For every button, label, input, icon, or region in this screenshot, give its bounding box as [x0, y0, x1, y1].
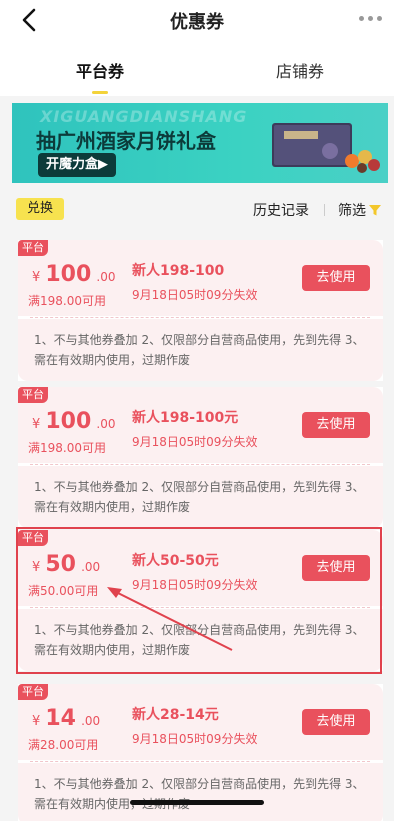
use-coupon-button[interactable]: 去使用	[302, 265, 370, 291]
coupon-amount: ¥ 14 .00	[32, 706, 100, 731]
action-divider	[324, 204, 325, 216]
banner-title: 抽广州酒家月饼礼盒	[36, 129, 216, 153]
platform-tag: 平台	[18, 684, 48, 700]
platform-tag: 平台	[18, 240, 48, 256]
coupon-amount: ¥ 100 .00	[32, 262, 116, 287]
amount-decimal: .00	[96, 417, 116, 431]
currency-symbol: ¥	[32, 714, 41, 729]
amount-value: 100	[45, 409, 92, 434]
page-title: 优惠券	[170, 12, 224, 33]
exchange-button[interactable]: 兑换	[16, 198, 64, 220]
platform-tag: 平台	[18, 387, 48, 403]
filter-button[interactable]: 筛选	[338, 200, 366, 220]
currency-symbol: ¥	[32, 270, 41, 285]
coupon-divider	[30, 761, 370, 762]
history-link[interactable]: 历史记录	[253, 200, 309, 220]
more-options-icon[interactable]	[359, 16, 382, 21]
currency-symbol: ¥	[32, 417, 41, 432]
coupon-card: 平台 ¥ 100 .00 满198.00可用 新人198-100 9月18日05…	[18, 240, 383, 381]
amount-decimal: .00	[96, 270, 116, 284]
coupon-rules: 1、不与其他券叠加 2、仅限部分自营商品使用，先到先得 3、需在有效期内使用，过…	[34, 480, 365, 514]
min-spend: 满198.00可用	[28, 441, 106, 455]
coupon-expiry: 9月18日05时09分失效	[132, 435, 258, 449]
coupon-name: 新人198-100	[132, 263, 225, 279]
coupon-name: 新人28-14元	[132, 707, 219, 723]
coupon-amount: ¥ 100 .00	[32, 409, 116, 434]
coupon-expiry: 9月18日05时09分失效	[132, 288, 258, 302]
filter-funnel-icon[interactable]	[368, 203, 382, 217]
annotation-highlight-box	[16, 527, 382, 674]
mooncake-box-image	[272, 123, 380, 173]
amount-decimal: .00	[81, 714, 101, 728]
active-tab-indicator	[92, 91, 108, 94]
coupon-divider	[30, 317, 370, 318]
coupon-expiry: 9月18日05时09分失效	[132, 732, 258, 746]
coupon-tabs: 平台券 店铺券	[0, 40, 394, 96]
banner-watermark: XIGUANGDIANSHANG	[40, 107, 248, 126]
promo-banner[interactable]: XIGUANGDIANSHANG 抽广州酒家月饼礼盒 开魔力盒▶	[12, 103, 388, 183]
use-coupon-button[interactable]: 去使用	[302, 709, 370, 735]
coupon-rules: 1、不与其他券叠加 2、仅限部分自营商品使用，先到先得 3、需在有效期内使用，过…	[34, 777, 365, 811]
coupon-action-bar: 兑换 历史记录 筛选	[0, 192, 394, 228]
use-coupon-button[interactable]: 去使用	[302, 412, 370, 438]
home-indicator	[130, 800, 264, 805]
tab-platform-coupons[interactable]: 平台券	[76, 58, 124, 82]
coupon-rules: 1、不与其他券叠加 2、仅限部分自营商品使用，先到先得 3、需在有效期内使用，过…	[34, 333, 365, 367]
coupon-name: 新人198-100元	[132, 410, 239, 426]
coupon-divider	[30, 464, 370, 465]
open-box-button[interactable]: 开魔力盒▶	[38, 153, 116, 177]
top-nav-bar: 优惠券	[0, 0, 394, 40]
min-spend: 满198.00可用	[28, 294, 106, 308]
amount-value: 14	[45, 706, 76, 731]
min-spend: 满28.00可用	[28, 738, 99, 752]
coupon-card: 平台 ¥ 100 .00 满198.00可用 新人198-100元 9月18日0…	[18, 387, 383, 528]
tab-store-coupons[interactable]: 店铺券	[276, 58, 324, 82]
amount-value: 100	[45, 262, 92, 287]
